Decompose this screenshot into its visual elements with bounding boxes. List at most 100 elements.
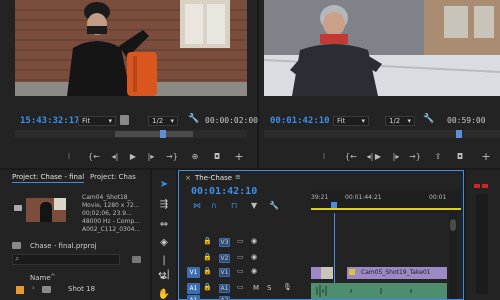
lock-icon[interactable]: 🔒 bbox=[203, 253, 212, 261]
program-video-image bbox=[264, 0, 500, 96]
video-clip[interactable]: Cam05_Shot19_Take01 bbox=[347, 267, 447, 279]
program-timecode[interactable]: 00:01:42:10 bbox=[270, 116, 330, 126]
clip-thumbnail[interactable] bbox=[26, 198, 66, 222]
column-header-name[interactable]: Name bbox=[30, 274, 51, 282]
timeline-timecode[interactable]: 00:01:42:10 bbox=[191, 186, 257, 197]
eye-icon[interactable]: ◉ bbox=[251, 237, 257, 245]
video-clip-pre[interactable] bbox=[311, 267, 321, 279]
add-button-icon[interactable]: + bbox=[234, 151, 244, 162]
wrench-icon[interactable]: 🔧 bbox=[423, 114, 434, 124]
track-label-v2[interactable]: V2 bbox=[219, 254, 230, 263]
eye-icon[interactable]: ◉ bbox=[251, 267, 257, 275]
track-label-a1[interactable]: A1 bbox=[219, 284, 230, 293]
source-fit-dropdown[interactable]: Fit ▾ bbox=[78, 116, 116, 126]
program-scrub-bar[interactable] bbox=[264, 130, 500, 138]
camera-icon[interactable] bbox=[14, 205, 22, 211]
ripple-edit-icon[interactable]: ⇔ bbox=[157, 218, 171, 232]
marker-icon[interactable]: ▼ bbox=[251, 201, 257, 210]
lock-icon[interactable]: 🔒 bbox=[203, 237, 212, 245]
go-to-out-icon[interactable]: →} bbox=[166, 152, 178, 162]
eye-icon[interactable]: ◉ bbox=[251, 253, 257, 261]
source-patch-v1[interactable]: V1 bbox=[187, 267, 200, 278]
hand-icon[interactable]: ✋ bbox=[157, 288, 171, 300]
step-back-icon[interactable]: ◂| bbox=[110, 152, 120, 162]
wrench-icon[interactable]: 🔧 bbox=[188, 114, 199, 124]
export-frame-icon[interactable]: ◘ bbox=[455, 152, 465, 162]
selection-tool-icon[interactable]: ➤ bbox=[157, 178, 171, 192]
solo-button[interactable]: S bbox=[267, 284, 271, 292]
export-frame-icon[interactable]: ◘ bbox=[212, 152, 222, 162]
step-forward-icon[interactable]: |▸ bbox=[146, 152, 156, 162]
track-label-v1[interactable]: V1 bbox=[219, 268, 230, 277]
lift-icon[interactable]: ⇪ bbox=[433, 152, 443, 162]
sync-lock-icon[interactable]: ▭ bbox=[237, 237, 244, 245]
bin-name: Shot 18 bbox=[68, 285, 96, 293]
lock-icon[interactable]: 🔒 bbox=[203, 267, 212, 275]
step-forward-icon[interactable]: |▸ bbox=[391, 152, 401, 162]
source-timecode[interactable]: 15:43:32:17 bbox=[20, 116, 80, 126]
clip-label: Cam05_Shot19_Take01 bbox=[361, 269, 431, 276]
program-quality-dropdown[interactable]: 1/2 ▾ bbox=[385, 116, 415, 126]
source-patch-a2[interactable]: A1 bbox=[187, 295, 200, 300]
sync-lock-icon[interactable]: ▭ bbox=[237, 253, 244, 261]
audio-clip[interactable] bbox=[311, 283, 447, 299]
track-label-a2[interactable]: A2 bbox=[219, 296, 230, 300]
track-select-icon[interactable]: ⇶ bbox=[157, 198, 171, 212]
source-video-frame[interactable] bbox=[15, 0, 247, 96]
sync-lock-icon[interactable]: ▭ bbox=[237, 267, 244, 275]
razor-icon[interactable]: ◈ bbox=[157, 236, 171, 250]
folder-icon bbox=[12, 242, 21, 249]
panel-menu-icon[interactable]: ≡ bbox=[235, 173, 241, 181]
program-fit-dropdown[interactable]: Fit ▾ bbox=[333, 116, 369, 126]
snap-icon[interactable]: ⋈ bbox=[193, 201, 201, 210]
sync-lock-icon[interactable]: ▭ bbox=[237, 283, 244, 291]
settings-icon[interactable] bbox=[120, 115, 129, 125]
clip-fx-badge bbox=[349, 269, 355, 275]
source-playhead[interactable] bbox=[160, 130, 166, 138]
track-header-v3: 🔒 V3 ▭ ◉ bbox=[179, 237, 311, 249]
source-monitor-panel: 15:43:32:17 Fit ▾ 1/2 ▾ 🔧 00:00:02:00 ⁝ … bbox=[0, 0, 258, 168]
source-scrub-bar[interactable] bbox=[15, 130, 247, 138]
list-item[interactable]: › Shot 18 bbox=[10, 284, 145, 296]
pen-icon[interactable]: ✒ bbox=[157, 272, 171, 286]
close-icon[interactable]: × bbox=[185, 174, 191, 182]
tab-sequence[interactable]: The-Chase bbox=[195, 173, 232, 183]
play-icon[interactable]: ▶ bbox=[128, 152, 138, 162]
timeline-vertical-scrollbar[interactable] bbox=[449, 213, 457, 299]
tab-project-active[interactable]: Project: Chase - final bbox=[12, 172, 85, 183]
go-to-in-icon[interactable]: {← bbox=[88, 152, 100, 162]
track-label-v3[interactable]: V3 bbox=[219, 238, 230, 247]
go-to-in-icon[interactable]: {← bbox=[345, 152, 357, 162]
go-to-out-icon[interactable]: →} bbox=[409, 152, 421, 162]
chevron-down-icon: ▾ bbox=[170, 117, 174, 125]
wrench-icon[interactable]: 🔧 bbox=[269, 201, 279, 210]
add-marker-icon[interactable]: ⊓ bbox=[231, 201, 237, 210]
mark-in-icon[interactable]: ⁝ bbox=[319, 152, 329, 162]
scroll-thumb[interactable] bbox=[450, 219, 456, 231]
linked-selection-icon[interactable]: ∩ bbox=[211, 201, 217, 210]
expand-arrow-icon[interactable]: › bbox=[32, 284, 35, 292]
sort-arrow-icon[interactable]: ^ bbox=[50, 273, 56, 281]
program-monitor-panel: 00:01:42:10 Fit ▾ 1/2 ▾ 🔧 00:59:00 ⁝ {← … bbox=[259, 0, 500, 168]
mark-in-icon[interactable]: ⁝ bbox=[64, 152, 74, 162]
mic-icon[interactable]: 🎙 bbox=[283, 283, 292, 291]
time-ruler[interactable]: 39:21 00:01:44:21 00:01 bbox=[311, 191, 461, 213]
tab-project-other[interactable]: Project: Chas bbox=[90, 172, 136, 182]
program-duration: 00:59:00 bbox=[447, 116, 486, 125]
slip-icon[interactable]: |↔| bbox=[157, 254, 171, 280]
video-clip-thumbnail bbox=[321, 267, 333, 279]
play-icon[interactable]: ▶ bbox=[373, 152, 383, 162]
mute-button[interactable]: M bbox=[253, 284, 259, 292]
search-input[interactable]: ⌕ bbox=[12, 254, 120, 265]
program-video-frame[interactable] bbox=[264, 0, 500, 96]
source-quality-dropdown[interactable]: 1/2 ▾ bbox=[148, 116, 178, 126]
meter-scale bbox=[476, 194, 488, 294]
lock-icon[interactable]: 🔒 bbox=[203, 283, 212, 291]
playhead-marker[interactable] bbox=[331, 202, 337, 208]
source-patch-a1[interactable]: A1 bbox=[187, 283, 200, 294]
insert-icon[interactable]: ⊕ bbox=[190, 152, 200, 162]
program-playhead[interactable] bbox=[456, 130, 462, 138]
add-button-icon[interactable]: + bbox=[481, 151, 491, 162]
work-area-bar[interactable] bbox=[311, 208, 461, 210]
new-bin-icon[interactable] bbox=[132, 256, 141, 263]
